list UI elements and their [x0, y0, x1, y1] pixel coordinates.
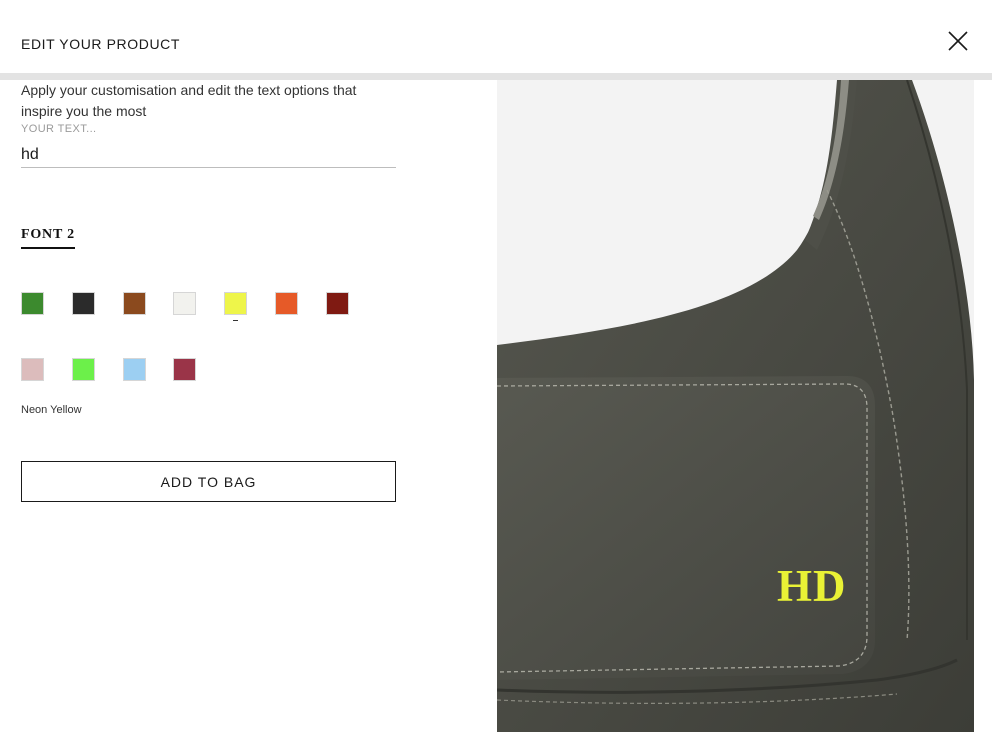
color-swatch-burgundy[interactable] [173, 358, 196, 381]
color-swatch-white[interactable] [173, 292, 196, 315]
tab-font-2[interactable]: FONT 2 [21, 227, 75, 249]
custom-text-input[interactable] [21, 142, 396, 168]
modal-title: EDIT YOUR PRODUCT [21, 36, 181, 52]
color-swatch-green[interactable] [21, 292, 44, 315]
selected-color-name: Neon Yellow [21, 404, 82, 416]
color-swatch-neon-yellow[interactable] [224, 292, 247, 315]
selected-swatch-indicator [233, 320, 238, 321]
color-swatch-black[interactable] [72, 292, 95, 315]
color-swatch-brown[interactable] [123, 292, 146, 315]
color-swatch-pink[interactable] [21, 358, 44, 381]
monogram-preview-text: HD [777, 561, 847, 611]
color-swatch-orange[interactable] [275, 292, 298, 315]
modal-header: EDIT YOUR PRODUCT [0, 0, 992, 73]
close-icon[interactable] [946, 29, 970, 53]
text-input-label: YOUR TEXT... [21, 123, 97, 135]
color-swatch-neon-green[interactable] [72, 358, 95, 381]
customisation-description: Apply your customisation and edit the te… [21, 82, 357, 119]
color-swatch-dark-red[interactable] [326, 292, 349, 315]
color-swatch-light-blue[interactable] [123, 358, 146, 381]
product-preview-image [497, 80, 974, 732]
header-divider [0, 73, 992, 80]
add-to-bag-button[interactable]: ADD TO BAG [21, 461, 396, 502]
